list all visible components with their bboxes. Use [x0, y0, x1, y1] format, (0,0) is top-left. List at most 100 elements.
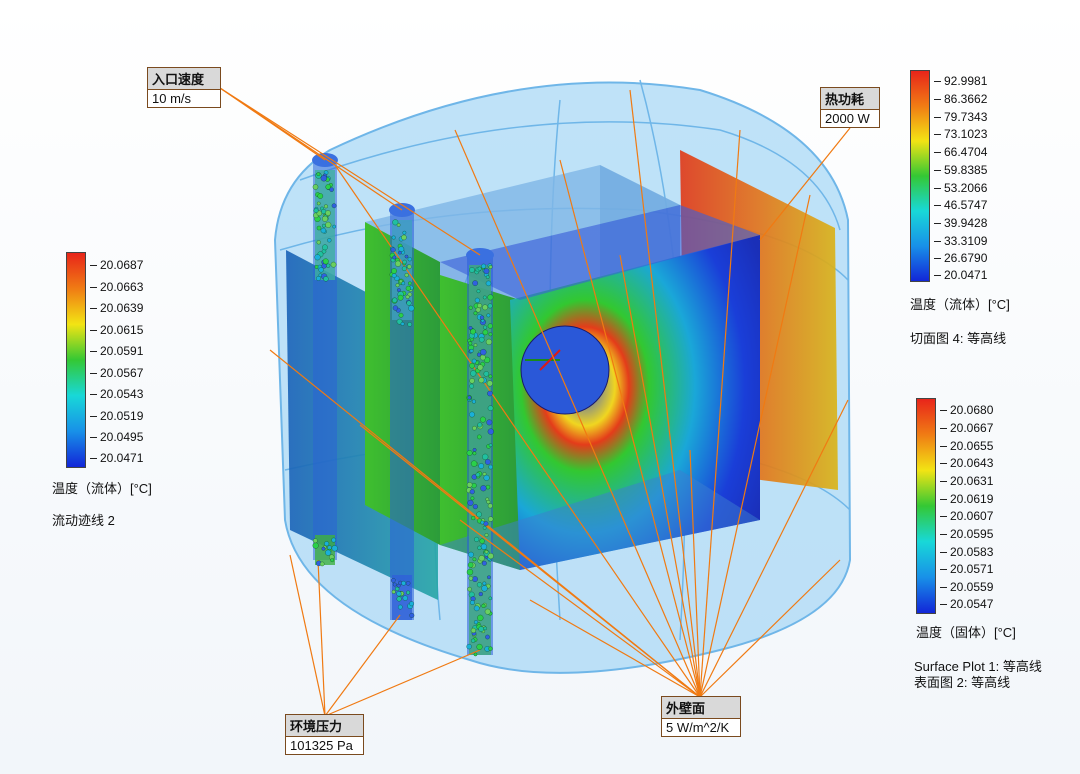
flow-particle: [487, 428, 494, 435]
flow-particle: [487, 575, 491, 580]
flow-particle: [332, 224, 336, 229]
flow-particle: [469, 363, 475, 369]
legend-right-bottom-tick: 20.0680: [939, 403, 994, 417]
flow-particle: [408, 281, 412, 286]
flow-particle: [312, 538, 318, 544]
legend-right-top-tick: 53.2066: [933, 181, 988, 195]
flow-particle: [395, 260, 402, 267]
legend-left-tick: 20.0519: [89, 409, 144, 423]
flow-particle: [468, 305, 473, 310]
flow-particle: [470, 460, 478, 467]
flow-particle: [395, 283, 400, 288]
legend-left-colorbar: [66, 252, 86, 468]
flow-particle: [330, 558, 335, 563]
legend-right-top-tick: 92.9981: [933, 74, 988, 88]
flow-particle: [478, 377, 485, 384]
flow-particle: [478, 463, 485, 469]
legend-left-tick: 20.0543: [89, 387, 144, 401]
ambient-pressure-callout[interactable]: 环境压力 101325 Pa: [285, 714, 364, 755]
flow-particle: [479, 315, 485, 320]
flow-particle: [398, 312, 404, 318]
flow-particle: [469, 267, 475, 273]
flow-particle: [480, 416, 486, 423]
flow-particle: [312, 184, 319, 190]
flow-particle: [401, 580, 406, 586]
flow-particle: [405, 294, 410, 299]
legend-right-top-tick: 20.0471: [933, 268, 988, 282]
flow-particle: [405, 581, 411, 586]
flow-particle: [478, 336, 485, 343]
flow-particle: [409, 612, 415, 618]
flow-particle: [397, 288, 401, 292]
flow-particle: [487, 405, 494, 411]
flow-particle: [396, 596, 402, 602]
flow-particle: [480, 348, 487, 356]
legend-right-bottom-tick: 20.0631: [939, 474, 994, 488]
solid-box[interactable]: [365, 165, 760, 570]
flow-particle: [467, 499, 474, 506]
flow-particle: [396, 591, 402, 597]
flow-particle: [402, 230, 407, 235]
heat-power-callout[interactable]: 热功耗 2000 W: [820, 87, 880, 128]
legend-right-bottom-tick: 20.0571: [939, 562, 994, 576]
ambient-pressure-title: 环境压力: [286, 715, 363, 737]
flow-particle: [482, 453, 489, 460]
flow-particle: [391, 235, 396, 240]
legend-right-bottom-colorbar: [916, 398, 936, 614]
flow-particle: [314, 254, 321, 261]
flow-particle: [478, 626, 484, 632]
flow-particle: [484, 459, 491, 465]
legend-right-top-tick: 26.6790: [933, 251, 988, 265]
flow-particle: [488, 443, 493, 447]
flow-particle: [324, 541, 330, 547]
flow-particle: [409, 601, 414, 607]
inlet-velocity-callout[interactable]: 入口速度 10 m/s: [147, 67, 221, 108]
legend-right-bottom-tick: 20.0547: [939, 597, 994, 611]
legend-right-bottom-tick: 20.0619: [939, 492, 994, 506]
legend-left-tick: 20.0471: [89, 451, 144, 465]
flow-particle: [327, 238, 332, 243]
flow-particle: [475, 307, 481, 313]
flow-particle: [481, 603, 486, 608]
heat-power-title: 热功耗: [821, 88, 879, 110]
flow-particle: [469, 411, 475, 418]
flow-particle: [478, 591, 483, 597]
flow-particle: [481, 585, 488, 592]
flow-particle: [408, 305, 415, 312]
legend-left-tick: 20.0567: [89, 366, 144, 380]
flow-particle: [487, 294, 494, 301]
outer-wall-title: 外壁面: [662, 697, 740, 719]
legend-left-tick: 20.0663: [89, 280, 144, 294]
flow-particle: [487, 303, 493, 309]
flow-particle: [469, 378, 475, 384]
flow-particle: [480, 520, 485, 525]
flow-particle: [397, 294, 404, 301]
flow-particle: [484, 608, 491, 615]
flow-particle: [467, 562, 474, 568]
flow-particle: [477, 266, 482, 271]
flow-particle: [397, 604, 403, 610]
flow-particle: [467, 395, 472, 400]
flow-particle: [401, 266, 407, 271]
flow-particle: [469, 489, 475, 495]
outer-wall-callout[interactable]: 外壁面 5 W/m^2/K: [661, 696, 741, 737]
flow-particle: [470, 496, 475, 501]
flow-particle: [318, 267, 324, 273]
flow-particle: [320, 227, 327, 234]
legend-right-bottom-tick: 20.0643: [939, 456, 994, 470]
flow-particle: [483, 371, 489, 377]
flow-particle: [466, 450, 473, 456]
flow-particle: [325, 210, 331, 216]
flow-particle: [316, 240, 321, 245]
flow-particle: [320, 175, 327, 182]
flow-particle: [407, 322, 413, 327]
flow-particle: [319, 561, 325, 567]
flow-particle: [469, 348, 474, 353]
legend-left-tick: 20.0639: [89, 301, 144, 315]
legend-right-bottom-tick: 20.0595: [939, 527, 994, 541]
ambient-pressure-value: 101325 Pa: [290, 738, 353, 753]
flow-particle: [392, 297, 398, 303]
legend-right-bottom-tick: 20.0583: [939, 545, 994, 559]
flow-particle: [391, 268, 397, 274]
flow-particle: [475, 472, 481, 478]
